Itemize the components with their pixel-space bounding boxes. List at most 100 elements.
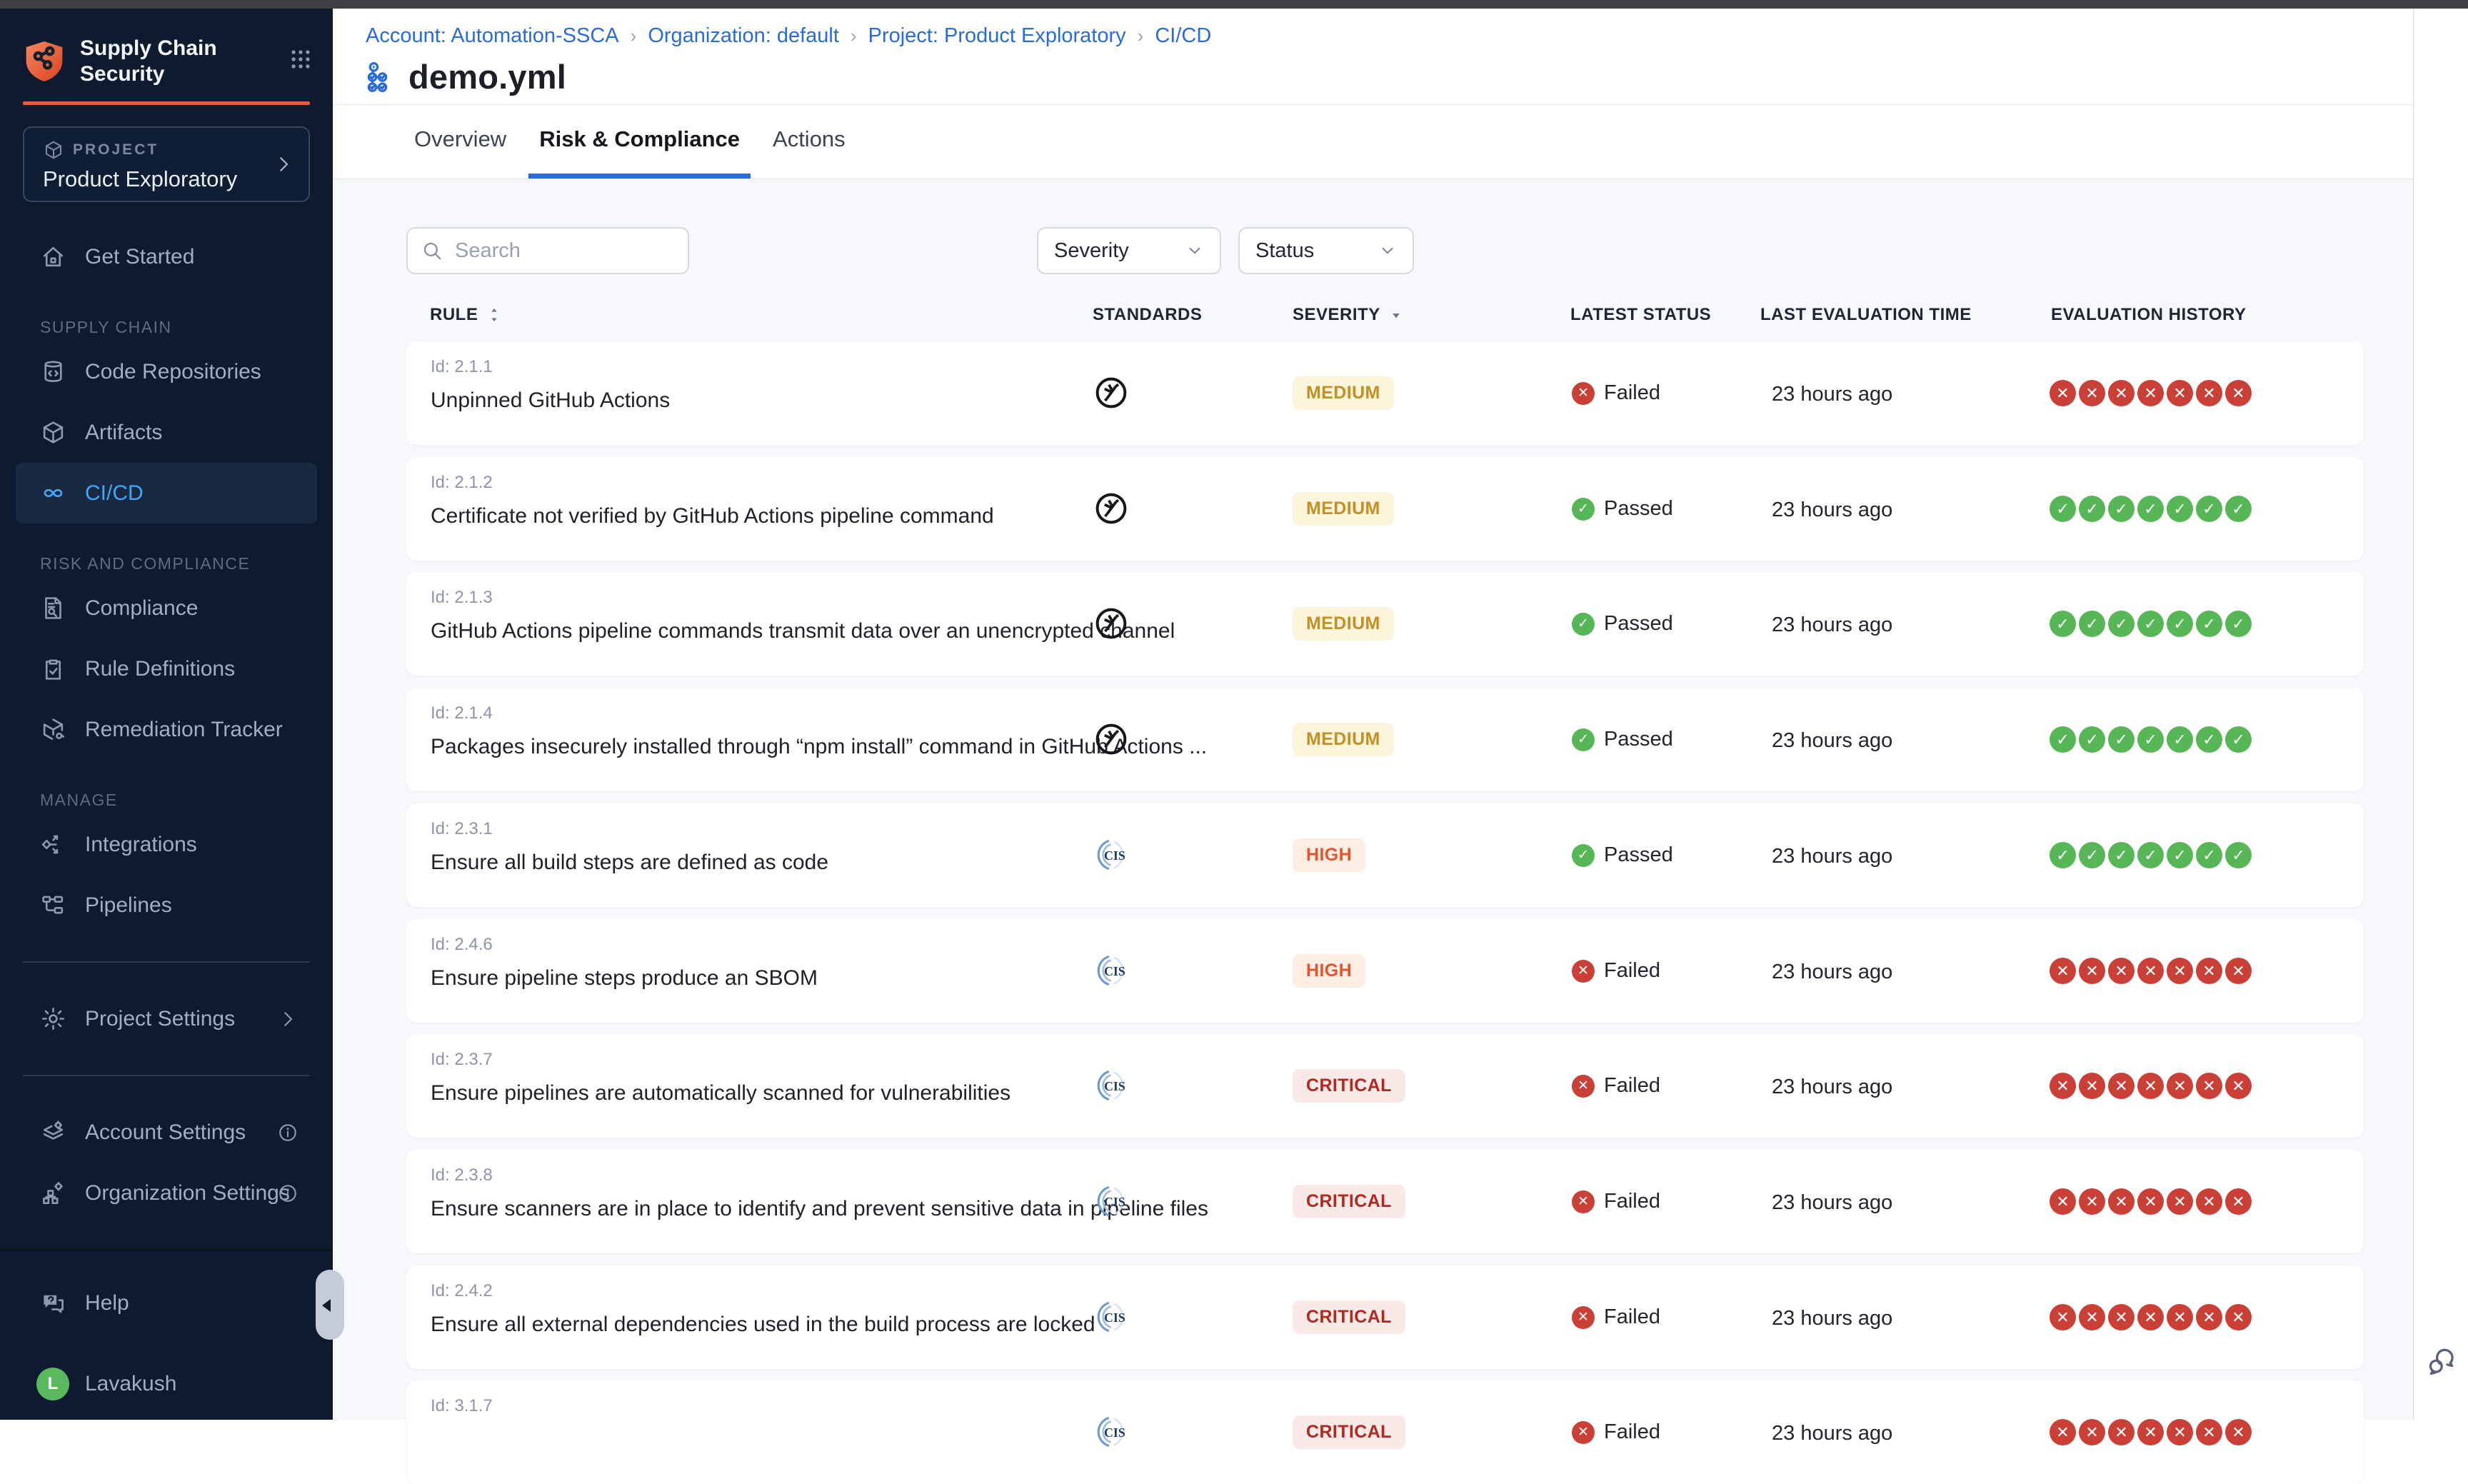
severity-badge: HIGH [1293,838,1365,872]
tab-actions[interactable]: Actions [762,105,856,179]
failed-icon: ✕ [2137,1188,2164,1215]
last-evaluation-time: 23 hours ago [1772,383,1892,406]
failed-icon: ✕ [1572,1421,1595,1444]
latest-status: ✓Passed [1572,843,1673,867]
user-menu[interactable]: LLavakush [16,1353,317,1414]
breadcrumb-link[interactable]: Project: Product Exploratory [868,24,1126,48]
evaluation-history: ✕✕✕✕✕✕✕ [2050,1304,2254,1330]
failed-icon: ✕ [2079,1073,2105,1099]
failed-icon: ✕ [2137,1073,2164,1099]
project-label: PROJECT [73,141,159,159]
sidebar-item-compliance[interactable]: Compliance [16,578,317,638]
failed-icon: ✕ [2225,958,2252,984]
failed-icon: ✕ [2196,1188,2222,1215]
window-top-strip [0,0,2468,9]
evaluation-history: ✕✕✕✕✕✕✕ [2050,1073,2254,1099]
sidebar-item-help[interactable]: Help [16,1273,317,1333]
evaluation-history: ✕✕✕✕✕✕✕ [2050,958,2254,984]
table-row[interactable]: Id: 2.4.2Ensure all external dependencie… [406,1265,2364,1369]
content-area: Severity Status RULE STANDARDS SEVERITY … [333,179,2413,1420]
integration-icon [40,831,66,858]
sidebar-item-integrations[interactable]: Integrations [16,814,317,875]
sidebar-item-artifacts[interactable]: Artifacts [16,402,317,463]
failed-icon: ✕ [2196,1419,2222,1445]
doc-search-icon [40,595,66,621]
failed-icon: ✕ [2225,380,2252,406]
chevron-right-icon [277,1008,299,1030]
evaluation-history: ✕✕✕✕✕✕✕ [2050,380,2254,406]
table-row[interactable]: Id: 2.1.3GitHub Actions pipeline command… [406,572,2364,676]
passed-icon: ✓ [1572,498,1595,521]
project-selector[interactable]: PROJECT Product Exploratory [23,126,310,202]
help-label: Help [85,1291,129,1315]
table-row[interactable]: Id: 2.3.1Ensure all build steps are defi… [406,803,2364,907]
sidebar-item-pipelines[interactable]: Pipelines [16,875,317,936]
tab-overview[interactable]: Overview [403,105,517,179]
table-row[interactable]: Id: 2.3.8Ensure scanners are in place to… [406,1150,2364,1253]
tab-risk-compliance[interactable]: Risk & Compliance [528,105,751,179]
home-icon [40,244,66,270]
passed-icon: ✓ [2050,496,2076,522]
layers-gear-icon [40,1119,66,1145]
breadcrumb: Account: Automation-SSCA›Organization: d… [366,24,1211,48]
sidebar-item-label: Rule Definitions [85,657,235,681]
severity-badge: MEDIUM [1293,607,1394,641]
failed-icon: ✕ [2108,380,2135,406]
rule-name: Certificate not verified by GitHub Actio… [431,504,994,528]
breadcrumb-link[interactable]: Account: Automation-SSCA [366,24,619,48]
svg-text:CIS: CIS [1104,1195,1125,1209]
severity-badge: CRITICAL [1293,1300,1405,1334]
table-row[interactable]: Id: 2.4.6Ensure pipeline steps produce a… [406,919,2364,1023]
table-row[interactable]: Id: 3.1.7CISCRITICAL✕Failed23 hours ago✕… [406,1380,2364,1484]
svg-text:CIS: CIS [1104,1310,1125,1325]
sidebar-divider [23,961,310,963]
passed-icon: ✓ [2137,726,2164,753]
latest-status: ✕Failed [1572,1074,1660,1098]
severity-badge: CRITICAL [1293,1415,1405,1449]
passed-icon: ✓ [2225,726,2252,753]
evaluation-history: ✕✕✕✕✕✕✕ [2050,1419,2254,1445]
failed-icon: ✕ [1572,382,1595,405]
sidebar-item-code-repositories[interactable]: Code Repositories [16,341,317,402]
table-row[interactable]: Id: 2.1.1Unpinned GitHub ActionsMEDIUM✕F… [406,341,2364,445]
table-row[interactable]: Id: 2.1.2Certificate not verified by Git… [406,457,2364,561]
sidebar-section-label: SUPPLY CHAIN [0,313,333,341]
cis-icon: CIS [1093,1183,1129,1219]
table-row[interactable]: Id: 2.1.4Packages insecurely installed t… [406,688,2364,791]
sidebar-item-remediation-tracker[interactable]: Remediation Tracker [16,699,317,760]
failed-icon: ✕ [2050,380,2076,406]
failed-icon: ✕ [2108,1188,2135,1215]
breadcrumb-link[interactable]: CI/CD [1155,24,1211,48]
sidebar-item-account-settings[interactable]: Account Settings [16,1102,317,1163]
main-panel: Account: Automation-SSCA›Organization: d… [333,9,2413,1420]
chat-help-icon[interactable] [2425,1345,2458,1378]
sidebar-item-get-started[interactable]: Get Started [16,226,317,287]
table-row[interactable]: Id: 2.3.7Ensure pipelines are automatica… [406,1034,2364,1138]
sidebar-collapse-handle[interactable] [316,1270,344,1340]
passed-icon: ✓ [2137,611,2164,637]
box-wrench-icon [40,716,66,743]
passed-icon: ✓ [2050,726,2076,753]
rule-id: Id: 2.1.4 [431,703,493,723]
sidebar-item-rule-definitions[interactable]: Rule Definitions [16,638,317,699]
passed-icon: ✓ [2137,842,2164,868]
latest-status: ✕Failed [1572,1190,1660,1213]
sidebar-item-project-settings[interactable]: Project Settings [16,988,317,1049]
rule-name: Unpinned GitHub Actions [431,388,670,413]
failed-icon: ✕ [2196,1073,2222,1099]
breadcrumb-link[interactable]: Organization: default [648,24,839,48]
failed-icon: ✕ [2225,1419,2252,1445]
last-evaluation-time: 23 hours ago [1772,845,1892,868]
evaluation-history: ✓✓✓✓✓✓✓ [2050,842,2254,868]
failed-icon: ✕ [2167,1304,2193,1330]
passed-icon: ✓ [2196,842,2222,868]
svg-text:CIS: CIS [1104,848,1125,863]
failed-icon: ✕ [2050,958,2076,984]
sidebar-item-label: Remediation Tracker [85,718,283,742]
brand: Supply Chain Security [0,9,333,87]
sidebar-item-organization-settings[interactable]: Organization Settings [16,1163,317,1223]
info-icon [277,1183,299,1204]
module-grid-icon[interactable] [289,47,313,71]
sidebar-item-cicd[interactable]: CI/CD [16,463,317,523]
sidebar-nav: Get Started SUPPLY CHAINCode Repositories… [0,226,333,1414]
